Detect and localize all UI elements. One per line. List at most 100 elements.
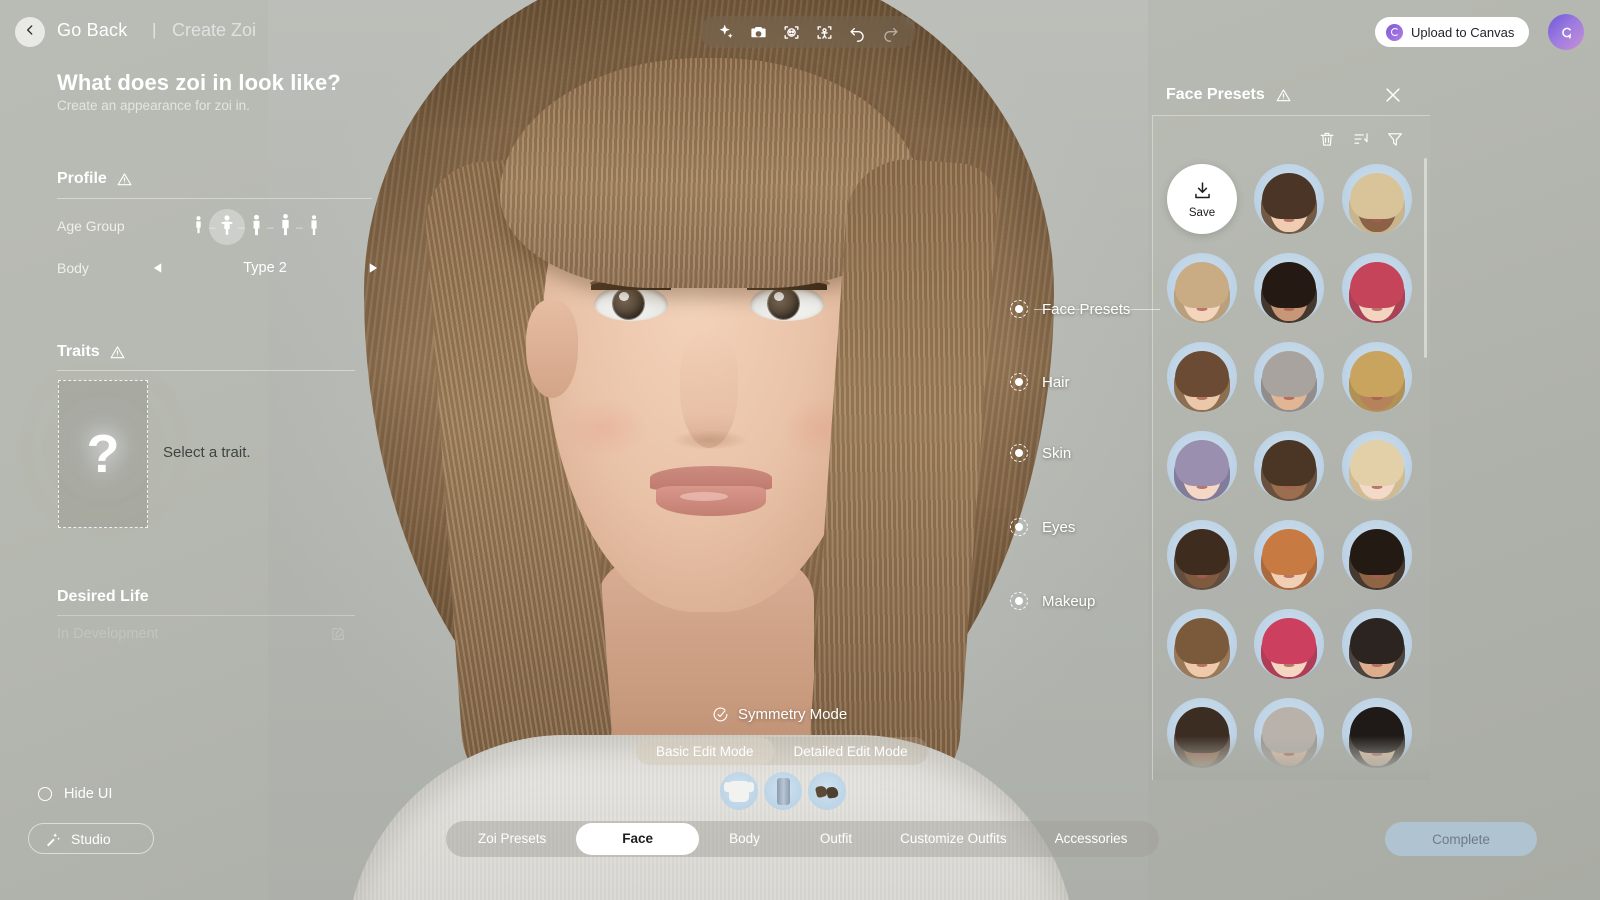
face-preset-item[interactable] [1254,253,1325,323]
age-option-3[interactable] [275,212,295,242]
preset-hair-front [1262,529,1317,575]
profile-avatar-icon[interactable] [1548,14,1584,50]
bottom-tab-bar[interactable]: Zoi Presets Face Body Outfit Customize O… [446,821,1160,857]
radial-item-face-presets[interactable]: Face Presets [1010,300,1130,318]
radial-item-hair[interactable]: Hair [1010,373,1070,391]
body-focus-icon[interactable] [815,23,834,42]
face-preset-item[interactable] [1341,609,1412,679]
face-preset-item[interactable] [1167,431,1237,501]
age-option-0[interactable] [188,212,208,242]
face-radial-menu[interactable]: Face Presets Hair Skin Eyes Makeup [1010,0,1160,900]
body-type-selector[interactable]: Type 2 [150,256,380,280]
save-preset-button[interactable]: Save [1167,164,1237,234]
zoi-character-creator: Go Back | Create Zoi What does zoi in lo… [0,0,1600,900]
tab-outfit[interactable]: Outfit [790,823,882,855]
age-option-4[interactable] [304,212,324,242]
age-group-selector[interactable]: – – – – [188,209,380,245]
tab-accessories[interactable]: Accessories [1025,823,1158,855]
body-type-value: Type 2 [243,260,287,276]
preset-hair-front [1175,618,1229,664]
person-figure-icon [193,215,204,239]
age-option-1[interactable] [209,209,245,245]
trait-placeholder-glyph: ? [86,424,120,484]
warning-triangle-icon [109,344,126,361]
edit-pencil-icon[interactable] [330,625,347,642]
studio-button[interactable]: Studio [28,823,154,854]
sparkle-icon[interactable] [716,23,735,42]
shoes-thumb[interactable] [808,772,846,810]
sort-icon[interactable] [1352,130,1370,148]
age-dash: – [296,220,303,234]
face-preset-item[interactable] [1254,609,1325,679]
face-preset-item[interactable] [1254,164,1325,234]
undo-icon[interactable] [848,23,867,42]
radial-dot-icon [1010,444,1028,462]
warning-triangle-icon [1275,87,1292,104]
radial-item-makeup[interactable]: Makeup [1010,592,1095,610]
face-preset-item[interactable] [1341,520,1412,590]
white-tshirt-thumb[interactable] [720,772,758,810]
face-preset-item[interactable] [1341,431,1412,501]
clothing-quick-slots[interactable] [720,772,846,810]
triangle-left-icon[interactable] [150,260,166,276]
jeans-thumb[interactable] [764,772,802,810]
canvas-logo-icon [1386,23,1403,41]
face-preset-item[interactable] [1254,520,1325,590]
go-back-label[interactable]: Go Back [57,20,127,41]
radial-dot-icon [1010,592,1028,610]
detailed-edit-mode-tab[interactable]: Detailed Edit Mode [774,737,928,765]
preset-hair-front [1262,618,1317,664]
redo-icon[interactable] [881,23,900,42]
desired-life-divider [57,615,355,616]
complete-button[interactable]: Complete [1385,822,1537,856]
radial-item-eyes[interactable]: Eyes [1010,518,1075,536]
edit-mode-switch[interactable]: Basic Edit Mode Detailed Edit Mode [636,737,928,765]
face-presets-panel[interactable]: Save [1152,115,1430,780]
face-preset-item[interactable] [1341,342,1412,412]
create-zoi-label: Create Zoi [172,20,257,40]
face-preset-item[interactable] [1254,342,1325,412]
face-preset-item[interactable] [1341,164,1412,234]
trait-empty-text: Select a trait. [163,444,251,461]
face-focus-icon[interactable] [782,23,801,42]
tab-face[interactable]: Face [576,823,700,855]
camera-icon[interactable] [749,23,768,42]
preset-hair-front [1175,529,1229,575]
face-preset-item[interactable] [1167,253,1237,323]
preset-hair-front [1262,440,1317,486]
triangle-right-icon[interactable] [364,260,380,276]
face-presets-grid[interactable]: Save [1167,164,1417,780]
filter-icon[interactable] [1386,130,1404,148]
close-icon[interactable] [1383,85,1403,105]
face-preset-item[interactable] [1167,342,1237,412]
presets-scrollbar[interactable] [1424,158,1427,358]
tab-body[interactable]: Body [699,823,790,855]
face-preset-item[interactable] [1167,609,1237,679]
symmetry-mode-label: Symmetry Mode [738,706,848,723]
face-preset-item[interactable] [1167,520,1237,590]
basic-edit-mode-tab[interactable]: Basic Edit Mode [636,737,774,765]
radial-label: Hair [1042,373,1070,391]
hide-ui-toggle[interactable]: Hide UI [38,786,112,802]
face-preset-item[interactable] [1341,253,1412,323]
age-option-2[interactable] [246,212,266,242]
trait-slot-empty[interactable]: ? [58,380,148,528]
tab-zoi-presets[interactable]: Zoi Presets [448,823,576,855]
upload-to-canvas-button[interactable]: Upload to Canvas [1375,17,1530,47]
radial-item-skin[interactable]: Skin [1010,444,1071,462]
go-back-button[interactable] [15,17,45,47]
page-subtitle: Create an appearance for zoi in. [57,98,250,113]
traits-section-title: Traits [57,343,126,361]
radial-dot-icon [1010,518,1028,536]
face-preset-item[interactable] [1254,431,1325,501]
body-label: Body [57,260,89,276]
symmetry-mode-toggle[interactable]: Symmetry Mode [712,706,847,723]
profile-title-label: Profile [57,170,107,187]
presets-toolbar[interactable] [1318,130,1404,148]
preset-hair-front [1262,173,1317,219]
tab-customize-outfits[interactable]: Customize Outfits [882,823,1025,855]
trash-icon[interactable] [1318,130,1336,148]
viewport-toolbar[interactable] [700,16,916,48]
preset-hair-front [1262,262,1317,308]
person-figure-icon [219,214,235,241]
